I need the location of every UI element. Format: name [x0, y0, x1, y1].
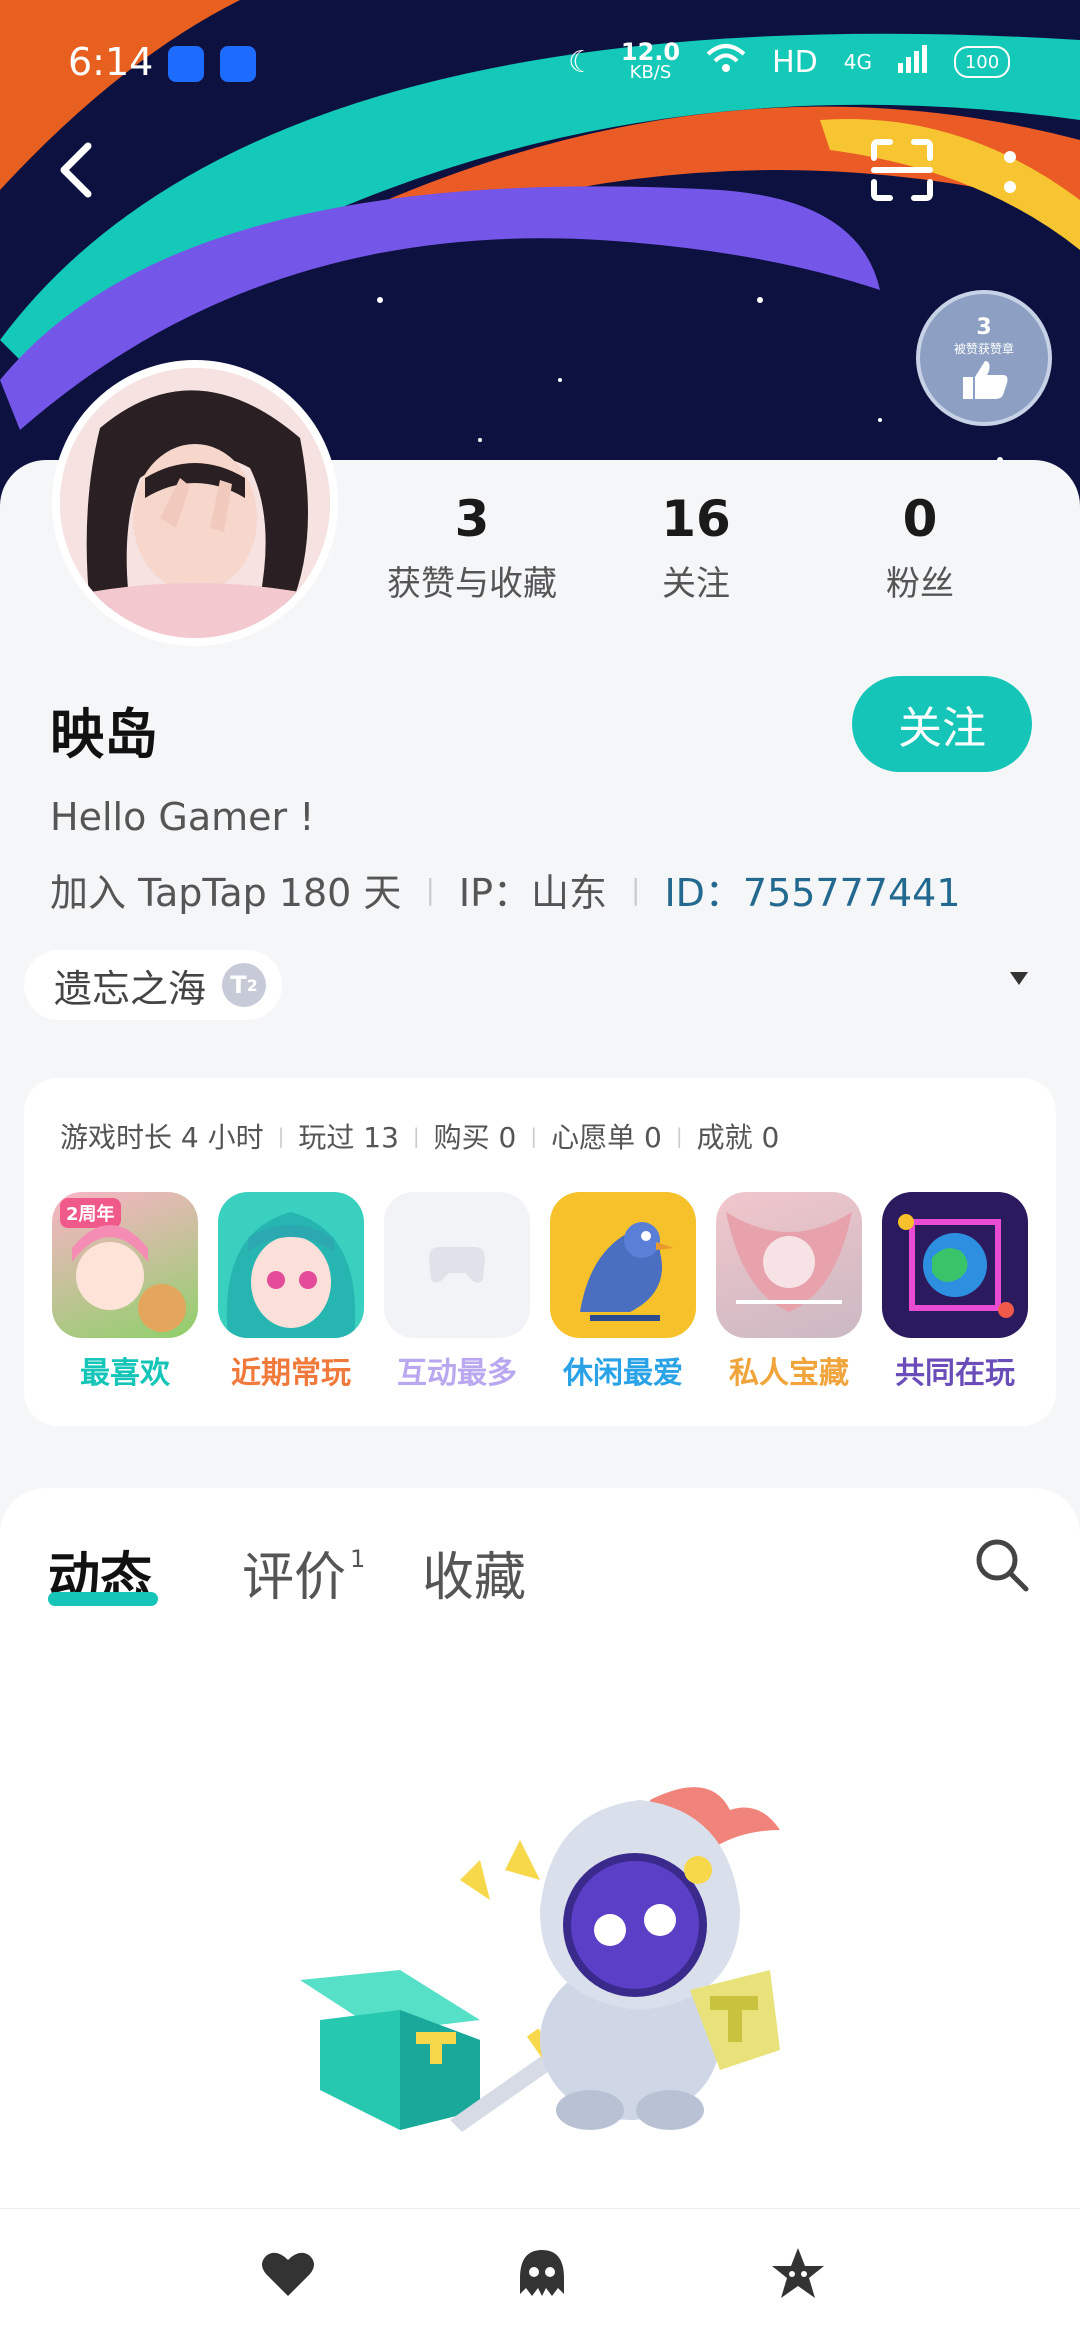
stat-following-label: 关注	[662, 564, 730, 604]
tab-reviews[interactable]: 评价 1	[242, 1535, 365, 1610]
stat-followers[interactable]: 0 粉丝	[840, 490, 1000, 605]
game-art-casual	[580, 1222, 674, 1321]
achievements-count: 成就 0	[696, 1121, 780, 1154]
meta-divider: |	[631, 873, 641, 906]
like-button[interactable]	[258, 2244, 318, 2304]
octopus-icon	[520, 2250, 564, 2296]
summary-divider: |	[530, 1124, 538, 1148]
play-time: 游戏时长 4 小时	[60, 1121, 264, 1154]
badge-count: 3	[976, 315, 992, 340]
follow-button[interactable]: 关注	[852, 676, 1032, 772]
scan-icon	[871, 139, 933, 201]
profile-bio: Hello Gamer !	[50, 795, 315, 839]
star-icon	[772, 2248, 824, 2298]
stat-following[interactable]: 16 关注	[616, 490, 776, 605]
caret-down-icon[interactable]	[1010, 972, 1028, 985]
stat-likes-count: 3	[454, 490, 490, 548]
game-art-shared	[898, 1214, 1014, 1318]
game-label-recent: 近期常玩	[231, 1356, 351, 1391]
more-menu-button[interactable]	[998, 145, 1022, 205]
network-type: 4G	[843, 50, 872, 74]
purchased-count: 购买 0	[433, 1121, 517, 1154]
game-icon-favorite: 2周年	[52, 1192, 198, 1338]
knight-mascot-illustration	[300, 1787, 780, 2132]
summary-divider: |	[277, 1124, 285, 1148]
chevron-left-icon	[60, 142, 92, 198]
ip-location: IP：山东	[458, 871, 607, 915]
meta-divider: |	[425, 873, 435, 906]
game-icon-recent	[218, 1192, 364, 1338]
game-art-recent	[226, 1212, 356, 1338]
stat-followers-count: 0	[902, 490, 938, 548]
game-icon-treasure	[716, 1192, 862, 1338]
scan-button[interactable]	[870, 138, 934, 202]
game-art-treasure	[726, 1212, 852, 1312]
avatar-photo	[60, 368, 330, 638]
played-count: 玩过 13	[298, 1121, 399, 1154]
level-badge-icon: T2	[222, 963, 267, 1007]
profile-meta: 加入 TapTap 180 天 | IP：山东 | ID：755777441	[50, 862, 961, 917]
game-icon-placeholder	[384, 1192, 530, 1338]
badge-caption: 被赞获赞章	[953, 342, 1014, 356]
game-treasure[interactable]: 私人宝藏	[716, 1192, 862, 1392]
android-icon	[168, 46, 204, 82]
game-casual[interactable]: 休闲最爱	[550, 1192, 696, 1392]
gamepad-icon	[429, 1247, 485, 1283]
favorite-button[interactable]	[768, 2244, 828, 2304]
join-days: 加入 TapTap 180 天	[50, 871, 402, 915]
user-id[interactable]: ID：755777441	[664, 862, 960, 917]
like-badge[interactable]: 3 被赞获赞章	[916, 290, 1052, 426]
avatar[interactable]	[52, 360, 338, 646]
tab-reviews-count: 1	[350, 1545, 366, 1573]
hd-indicator: HD	[772, 44, 818, 80]
stat-likes[interactable]: 3 获赞与收藏	[372, 490, 572, 605]
profile-name: 映岛	[50, 703, 158, 766]
game-label-favorite: 最喜欢	[80, 1356, 170, 1391]
game-shared[interactable]: 共同在玩	[882, 1192, 1028, 1392]
games-summary[interactable]: 游戏时长 4 小时 | 玩过 13 | 购买 0 | 心愿单 0 | 成就 0	[60, 1116, 779, 1156]
game-icon-shared	[882, 1192, 1028, 1338]
game-label-shared: 共同在玩	[895, 1356, 1015, 1391]
status-right: ☾ 12.0 KB/S HD 4G 100	[567, 37, 1010, 83]
back-button[interactable]	[52, 140, 102, 200]
status-bar: 6:14 ☾ 12.0 KB/S HD 4G 100	[0, 0, 1080, 130]
stat-likes-label: 获赞与收藏	[387, 564, 557, 604]
profile-tag[interactable]: 遗忘之海 T2	[24, 950, 283, 1020]
wifi-icon	[706, 42, 746, 82]
stat-following-count: 16	[661, 490, 731, 548]
signal-icon	[898, 43, 928, 81]
summary-divider: |	[675, 1124, 683, 1148]
status-time: 6:14	[68, 40, 154, 84]
message-button[interactable]	[512, 2244, 572, 2304]
games-card: 游戏时长 4 小时 | 玩过 13 | 购买 0 | 心愿单 0 | 成就 0 …	[24, 1078, 1056, 1426]
tab-active-indicator	[48, 1592, 158, 1606]
search-icon	[976, 1539, 1029, 1592]
game-interactive[interactable]: 互动最多	[384, 1192, 530, 1392]
game-art-favorite	[72, 1225, 186, 1332]
net-speed: 12.0 KB/S	[620, 37, 681, 83]
tag-label: 遗忘之海	[54, 966, 207, 1011]
moon-icon: ☾	[567, 44, 595, 80]
game-favorite[interactable]: 2周年 最喜欢	[52, 1192, 198, 1392]
battery-icon: 100	[954, 46, 1010, 78]
thumbs-up-icon	[963, 361, 1008, 399]
heart-icon	[262, 2252, 314, 2296]
wishlist-count: 心愿单 0	[551, 1121, 662, 1154]
game-icon-casual	[550, 1192, 696, 1338]
more-vertical-icon	[1004, 151, 1016, 193]
tab-collections[interactable]: 收藏	[422, 1535, 526, 1610]
game-label-casual: 休闲最爱	[563, 1356, 683, 1391]
game-label-treasure: 私人宝藏	[729, 1356, 849, 1391]
bluetooth-icon	[220, 46, 256, 82]
game-label-interactive: 互动最多	[397, 1356, 517, 1391]
game-recent[interactable]: 近期常玩	[218, 1192, 364, 1392]
empty-state-illustration	[290, 1770, 830, 2150]
tab-reviews-label: 评价	[242, 1548, 347, 1608]
summary-divider: |	[412, 1124, 420, 1148]
search-button[interactable]	[972, 1535, 1032, 1595]
stat-followers-label: 粉丝	[886, 564, 954, 604]
